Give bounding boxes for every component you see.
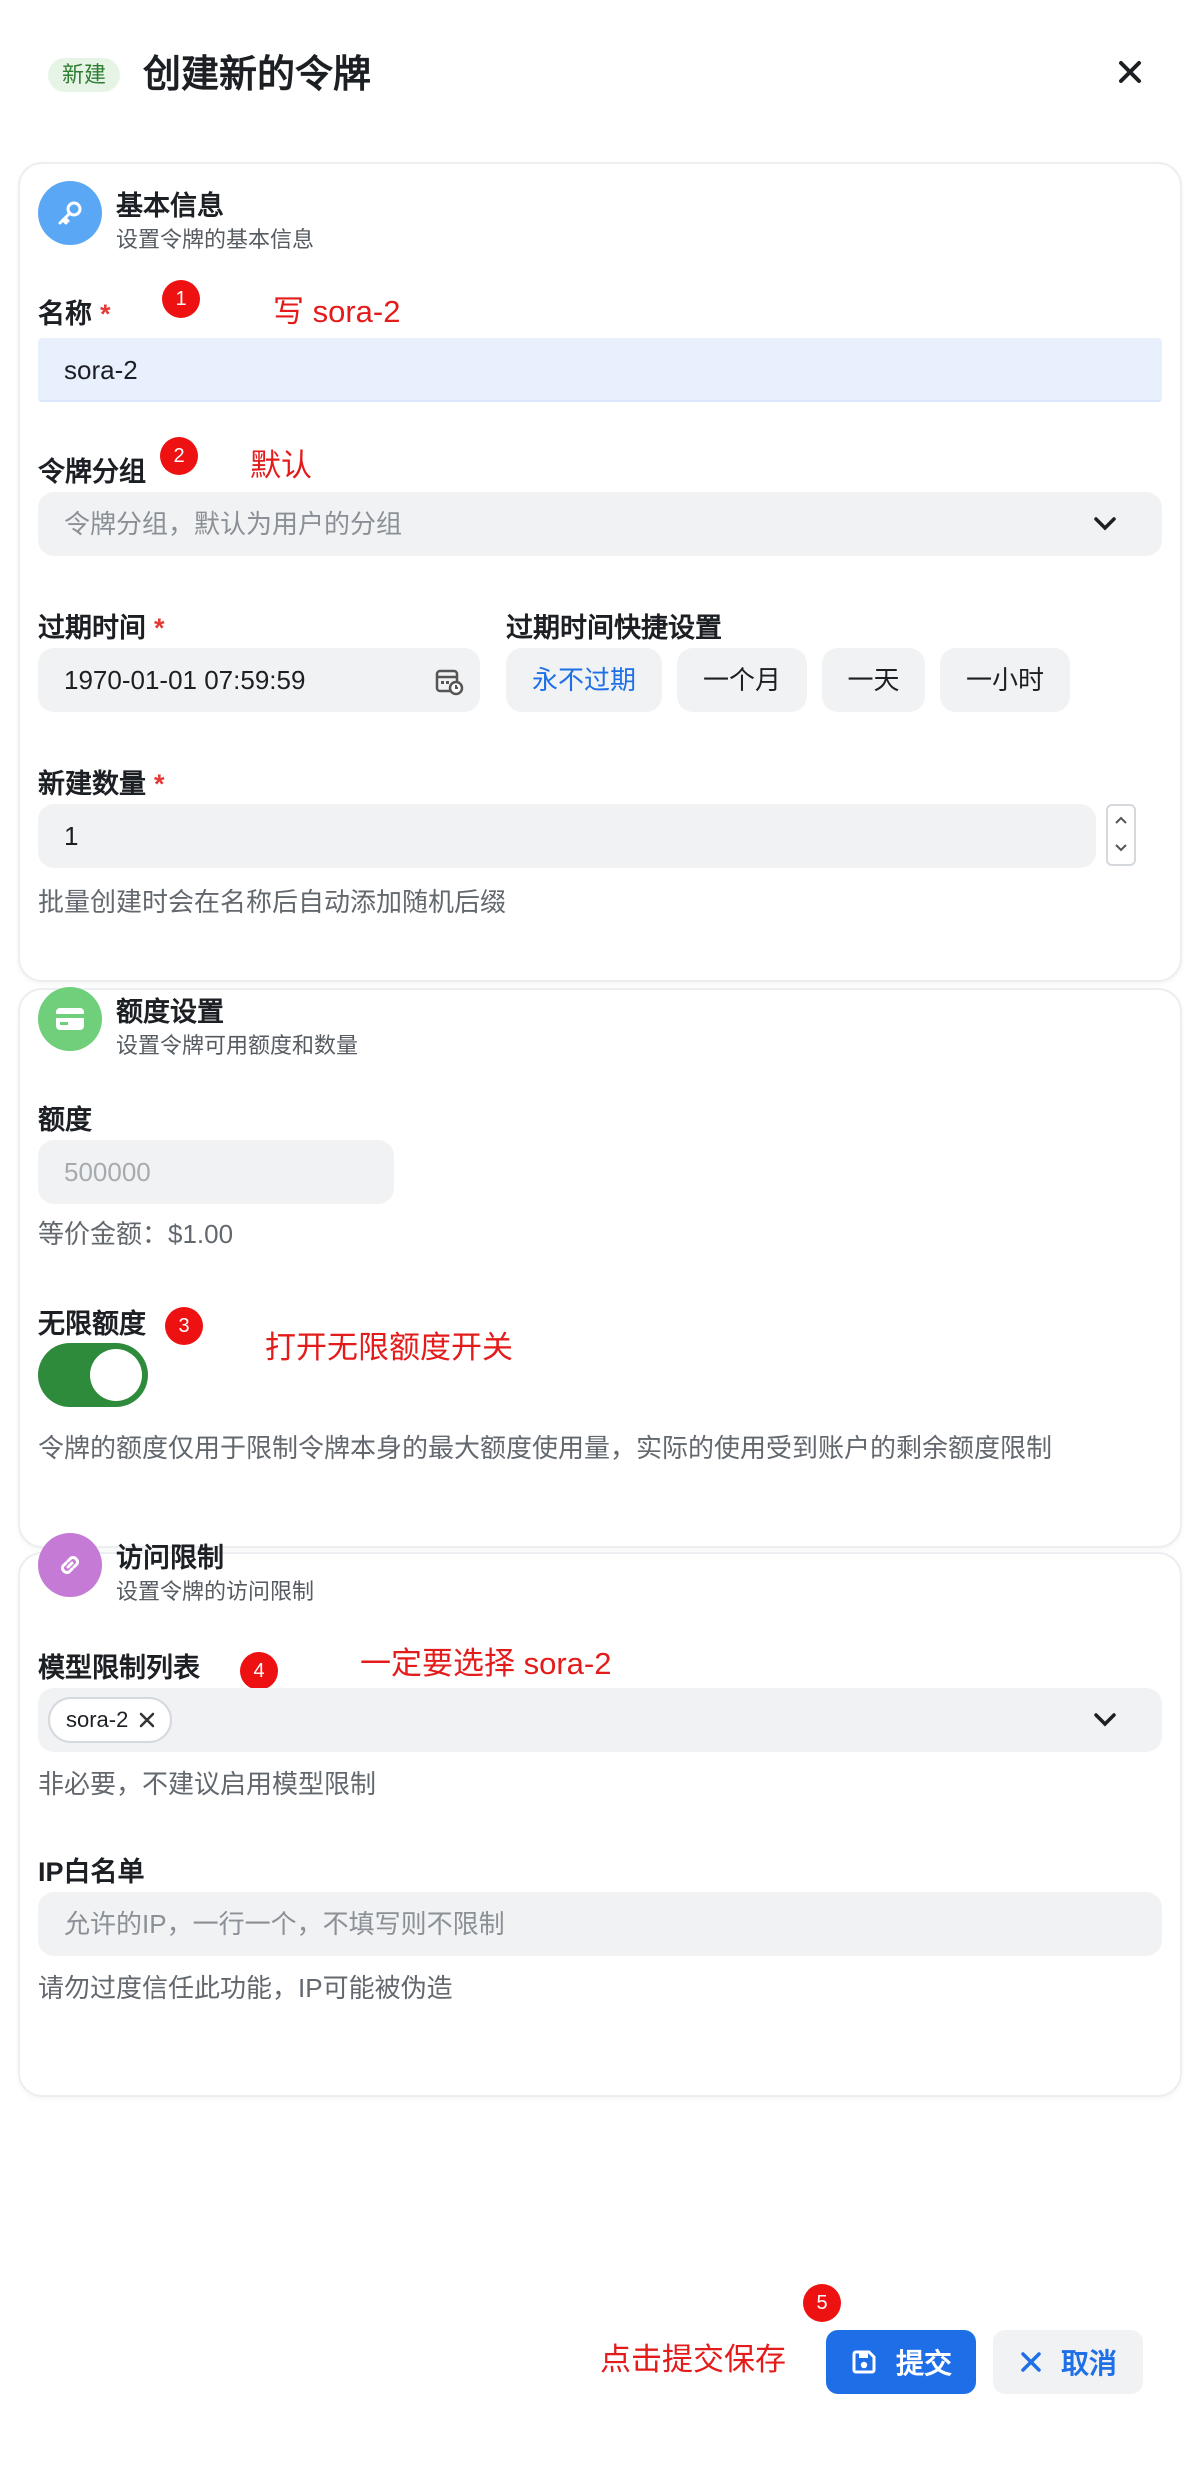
annotation-4: 一定要选择 sora-2 [360, 1646, 612, 1681]
marker-5: 5 [803, 2284, 841, 2322]
tag-close-icon[interactable] [138, 1711, 156, 1729]
close-icon [1021, 2352, 1041, 2372]
marker-3: 3 [165, 1307, 203, 1345]
link-icon [61, 1556, 79, 1574]
chevron-up-icon[interactable] [1114, 814, 1128, 826]
quick-never-expire[interactable]: 永不过期 [506, 648, 662, 712]
models-label: 模型限制列表 [38, 1653, 200, 1683]
quick-one-hour[interactable]: 一小时 [940, 648, 1070, 712]
submit-button[interactable]: 提交 [826, 2330, 976, 2394]
quota-label: 额度 [38, 1105, 92, 1135]
name-label: 名称 * [38, 299, 111, 329]
annotation-1: 写 sora-2 [273, 294, 401, 329]
credit-card-icon [56, 1008, 84, 1030]
cancel-button[interactable]: 取消 [993, 2330, 1143, 2394]
save-icon [852, 2350, 876, 2374]
page-title: 创建新的令牌 [143, 54, 372, 96]
quota-helper: 令牌的额度仅用于限制令牌本身的最大额度使用量，实际的使用受到账户的剩余额度限制 [38, 1433, 1053, 1463]
basic-info-subtitle: 设置令牌的基本信息 [116, 227, 315, 252]
quota-input[interactable]: 500000 [38, 1140, 394, 1204]
access-card [18, 1552, 1182, 2097]
group-select[interactable]: 令牌分组，默认为用户的分组 [38, 492, 1162, 556]
name-input[interactable]: sora-2 [38, 338, 1162, 402]
quick-one-day[interactable]: 一天 [822, 648, 925, 712]
ip-input[interactable]: 允许的IP，一行一个，不填写则不限制 [38, 1892, 1162, 1956]
chevron-down-icon [1094, 517, 1116, 531]
unlimited-label: 无限额度 [38, 1309, 146, 1339]
toggle-knob [90, 1349, 142, 1401]
annotation-2: 默认 [250, 448, 312, 483]
unlimited-toggle[interactable] [38, 1343, 148, 1407]
cancel-label: 取消 [1060, 2348, 1117, 2379]
calendar-clock-icon[interactable] [434, 666, 464, 696]
model-tag-label: sora-2 [66, 1707, 129, 1732]
basic-info-title: 基本信息 [116, 191, 224, 221]
quota-icon-circle [38, 987, 102, 1051]
marker-1: 1 [162, 280, 200, 318]
models-select[interactable] [38, 1688, 1162, 1752]
annotation-5: 点击提交保存 [600, 2342, 786, 2377]
group-label: 令牌分组 [38, 457, 146, 487]
annotation-3: 打开无限额度开关 [265, 1330, 513, 1365]
quick-expire-label: 过期时间快捷设置 [506, 613, 722, 643]
chevron-down-small-icon[interactable] [1114, 842, 1128, 854]
close-icon [1119, 61, 1141, 83]
count-label: 新建数量 * [38, 769, 165, 799]
basic-info-icon-circle [38, 181, 102, 245]
new-badge: 新建 [48, 58, 121, 92]
count-stepper[interactable] [1106, 804, 1136, 866]
ip-helper: 请勿过度信任此功能，IP可能被伪造 [38, 1973, 453, 2003]
close-button[interactable] [1108, 50, 1152, 94]
count-helper: 批量创建时会在名称后自动添加随机后缀 [38, 887, 507, 917]
expire-label: 过期时间 * [38, 613, 165, 643]
models-helper: 非必要，不建议启用模型限制 [38, 1769, 377, 1799]
marker-2: 2 [160, 437, 198, 475]
quota-title: 额度设置 [116, 997, 224, 1027]
access-subtitle: 设置令牌的访问限制 [116, 1579, 315, 1604]
quick-one-month[interactable]: 一个月 [677, 648, 807, 712]
quota-subtitle: 设置令牌可用额度和数量 [116, 1033, 359, 1058]
marker-4: 4 [240, 1652, 278, 1690]
chevron-down-icon [1094, 1713, 1116, 1727]
key-icon [58, 201, 82, 225]
count-input[interactable]: 1 [38, 804, 1096, 868]
model-tag: sora-2 [48, 1697, 173, 1743]
submit-label: 提交 [895, 2348, 952, 2379]
access-title: 访问限制 [116, 1543, 224, 1573]
ip-label: IP白名单 [38, 1857, 145, 1887]
access-icon-circle [38, 1533, 102, 1597]
quota-equivalent: 等价金额：$1.00 [38, 1219, 234, 1249]
expire-date-input[interactable]: 1970-01-01 07:59:59 [38, 648, 480, 712]
